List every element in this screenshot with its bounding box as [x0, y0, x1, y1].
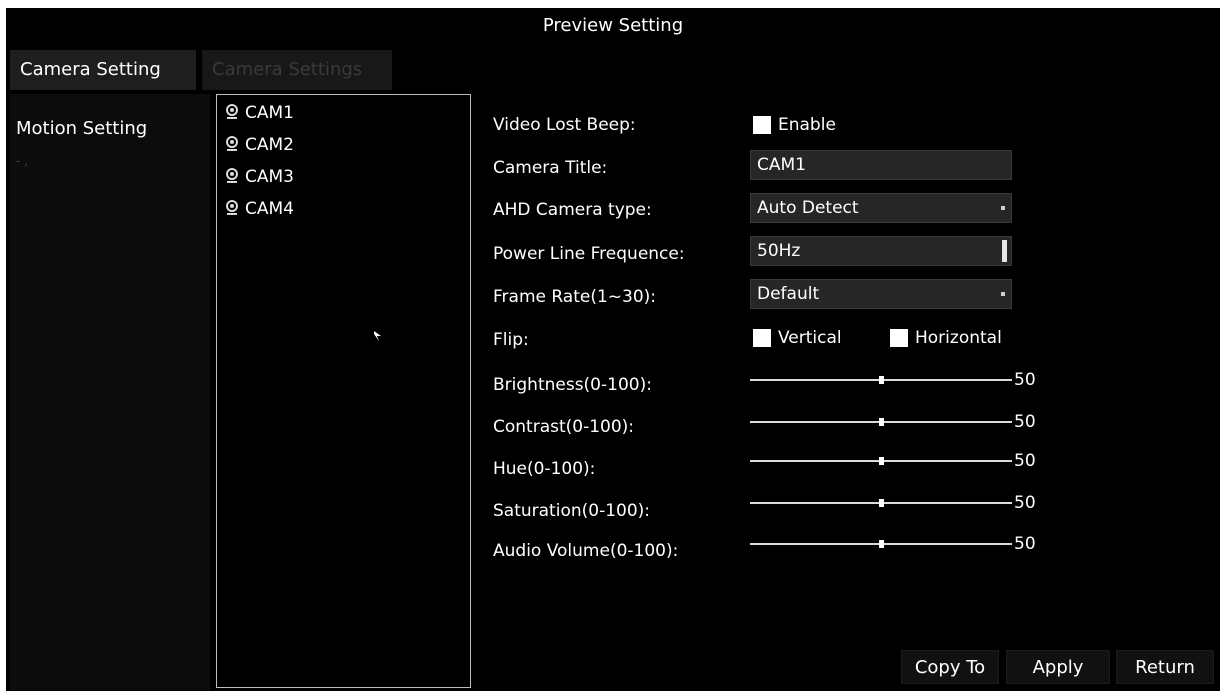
frame-rate-select[interactable]: Default: [750, 279, 1012, 309]
frame-rate-value: Default: [757, 284, 820, 304]
tab-camera-setting[interactable]: Camera Setting: [10, 50, 196, 90]
camera-icon: [226, 104, 238, 119]
camera-list[interactable]: CAM1 CAM2 CAM3 CAM4: [216, 94, 471, 688]
hue-value: 50: [1014, 451, 1036, 471]
flip-horizontal-checkbox[interactable]: [890, 329, 908, 347]
video-lost-beep-option-label: Enable: [778, 115, 836, 135]
camera-list-item-label: CAM2: [245, 135, 294, 155]
camera-icon: [226, 200, 238, 215]
flip-vertical-checkbox[interactable]: [753, 329, 771, 347]
power-line-frequence-select[interactable]: 50Hz: [750, 236, 1012, 266]
camera-title-label: Camera Title:: [493, 158, 608, 178]
return-button[interactable]: Return: [1116, 650, 1214, 684]
brightness-slider[interactable]: [750, 376, 1012, 384]
audio-volume-slider[interactable]: [750, 540, 1012, 548]
camera-title-value: CAM1: [757, 155, 806, 175]
slider-thumb[interactable]: [879, 540, 884, 548]
contrast-value: 50: [1014, 412, 1036, 432]
slider-thumb[interactable]: [879, 457, 884, 465]
slider-thumb[interactable]: [879, 376, 884, 384]
slider-thumb[interactable]: [879, 499, 884, 507]
camera-list-item[interactable]: CAM3: [225, 163, 294, 191]
dropdown-arrow-icon: [1001, 292, 1005, 296]
tab-camera-settings[interactable]: Camera Settings: [202, 50, 392, 90]
camera-list-item[interactable]: CAM1: [225, 99, 294, 127]
brightness-label: Brightness(0-100):: [493, 375, 652, 395]
sidebar: Motion Setting - ,: [10, 94, 210, 690]
flip-horizontal-label: Horizontal: [915, 328, 1002, 348]
mouse-pointer-icon: [374, 331, 381, 341]
sidebar-item-motion-setting[interactable]: Motion Setting: [16, 118, 147, 139]
frame-rate-label: Frame Rate(1~30):: [493, 287, 657, 307]
camera-list-item-label: CAM3: [245, 167, 294, 187]
window-title: Preview Setting: [542, 15, 684, 36]
contrast-label: Contrast(0-100):: [493, 417, 635, 437]
camera-list-item[interactable]: CAM4: [225, 195, 294, 223]
camera-list-item-label: CAM4: [245, 199, 294, 219]
saturation-value: 50: [1014, 493, 1036, 513]
camera-list-item[interactable]: CAM2: [225, 131, 294, 159]
sidebar-divider: - ,: [16, 154, 28, 168]
dropdown-arrow-icon: [1001, 206, 1005, 210]
camera-icon: [226, 136, 238, 151]
camera-icon: [226, 168, 238, 183]
camera-list-item-label: CAM1: [245, 103, 294, 123]
hue-slider[interactable]: [750, 457, 1012, 465]
video-lost-beep-label: Video Lost Beep:: [493, 115, 636, 135]
saturation-label: Saturation(0-100):: [493, 501, 651, 521]
ahd-camera-type-value: Auto Detect: [757, 198, 859, 218]
flip-vertical-label: Vertical: [778, 328, 842, 348]
slider-thumb[interactable]: [879, 418, 884, 426]
brightness-value: 50: [1014, 370, 1036, 390]
camera-title-input[interactable]: CAM1: [750, 150, 1012, 180]
scrollbar-handle[interactable]: [1002, 240, 1007, 262]
contrast-slider[interactable]: [750, 418, 1012, 426]
ahd-camera-type-label: AHD Camera type:: [493, 200, 652, 220]
saturation-slider[interactable]: [750, 499, 1012, 507]
power-line-frequence-value: 50Hz: [757, 241, 801, 261]
copy-to-button[interactable]: Copy To: [901, 650, 999, 684]
audio-volume-label: Audio Volume(0-100):: [493, 541, 679, 561]
apply-button[interactable]: Apply: [1006, 650, 1110, 684]
power-line-frequence-label: Power Line Frequence:: [493, 244, 685, 264]
hue-label: Hue(0-100):: [493, 459, 596, 479]
ahd-camera-type-select[interactable]: Auto Detect: [750, 193, 1012, 223]
flip-label: Flip:: [493, 330, 529, 350]
audio-volume-value: 50: [1014, 534, 1036, 554]
preview-setting-window: Preview Setting Camera Setting Camera Se…: [6, 8, 1220, 691]
video-lost-beep-checkbox[interactable]: [753, 116, 771, 134]
